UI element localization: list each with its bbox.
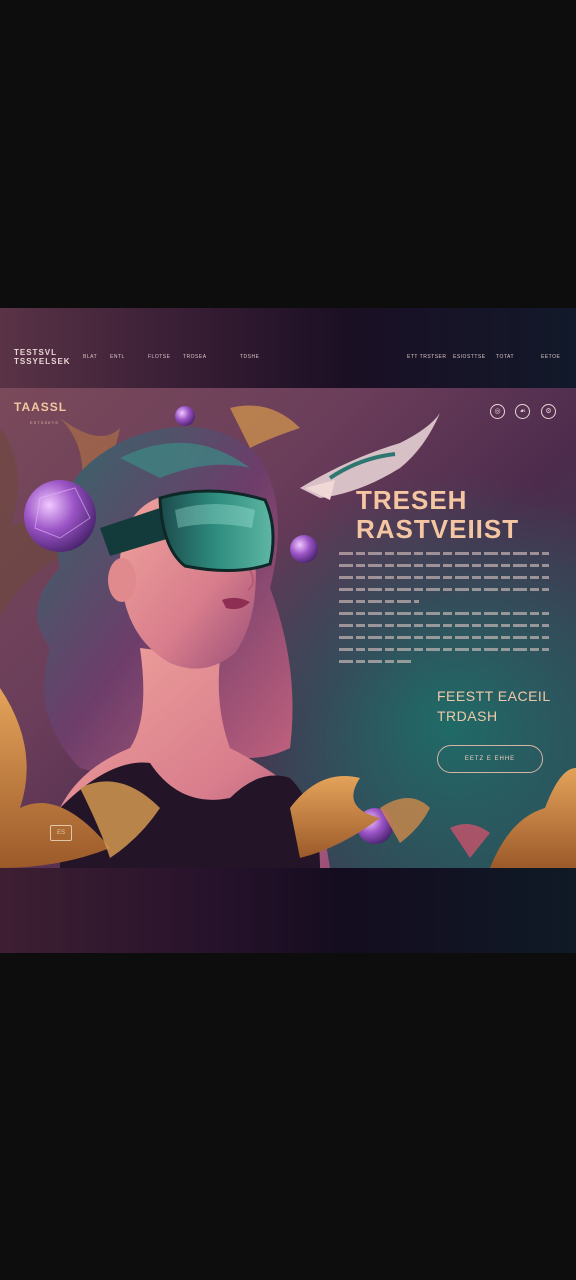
body-text-line <box>339 624 549 627</box>
nav-link-4[interactable]: TROSEA <box>183 354 207 360</box>
settings-icon[interactable]: ⚙ <box>541 404 556 419</box>
footer-band <box>0 868 576 953</box>
nav-link-9[interactable]: EETOE <box>541 354 560 360</box>
site-logo[interactable]: TESTSVL TSSYELSEK <box>14 348 71 366</box>
landing-page-frame: TESTSVL TSSYELSEK BLAT ENTL FLOTSE TROSE… <box>0 308 576 953</box>
vr-badge-icon[interactable]: ES <box>50 825 72 841</box>
compass-icon[interactable]: ◎ <box>490 404 505 419</box>
body-text-line <box>339 660 414 663</box>
nav-link-8[interactable]: TOTAT <box>496 354 514 360</box>
hero-headline: TRESEH RASTVEIIST <box>356 486 566 544</box>
nav-link-1[interactable]: BLAT <box>83 354 97 360</box>
nav-link-2[interactable]: ENTL <box>110 354 125 360</box>
body-text-line <box>339 552 549 555</box>
top-navigation: TESTSVL TSSYELSEK BLAT ENTL FLOTSE TROSE… <box>0 308 576 388</box>
nav-link-5[interactable]: TDSHE <box>240 354 259 360</box>
hero-brand-subtitle: ESTSSETS <box>30 420 59 425</box>
nav-link-6[interactable]: ETT TRSTSER <box>407 354 447 360</box>
body-text-line <box>339 564 549 567</box>
feature-subheading: FEESTT EACEIL TRDASH <box>437 686 551 726</box>
subheading-line-1: FEESTT EACEIL <box>437 688 551 704</box>
body-text-line <box>339 636 549 639</box>
body-text-line <box>339 648 549 651</box>
body-text-line <box>339 612 549 615</box>
subheading-line-2: TRDASH <box>437 708 498 724</box>
body-text-line <box>339 600 419 603</box>
body-text-line <box>339 576 549 579</box>
headline-line-2: RASTVEIIST <box>356 514 520 544</box>
hero-brand-title: TAASSL <box>14 400 68 414</box>
nav-link-7[interactable]: ESIOSTTSE <box>453 354 486 360</box>
nav-link-3[interactable]: FLOTSE <box>148 354 170 360</box>
logo-line-2: TSSYELSEK <box>14 357 71 366</box>
hero-illustration <box>0 405 576 868</box>
body-text-line <box>339 588 549 591</box>
cta-button[interactable]: EETZ E EHHE <box>437 745 543 773</box>
hero-section: TAASSL ESTSSETS ◎ ☙ ⚙ TRESEH RASTVEIIST … <box>0 388 576 868</box>
logo-line-1: TESTSVL <box>14 348 58 357</box>
headline-line-1: TRESEH <box>356 485 468 515</box>
leaf-icon[interactable]: ☙ <box>515 404 530 419</box>
